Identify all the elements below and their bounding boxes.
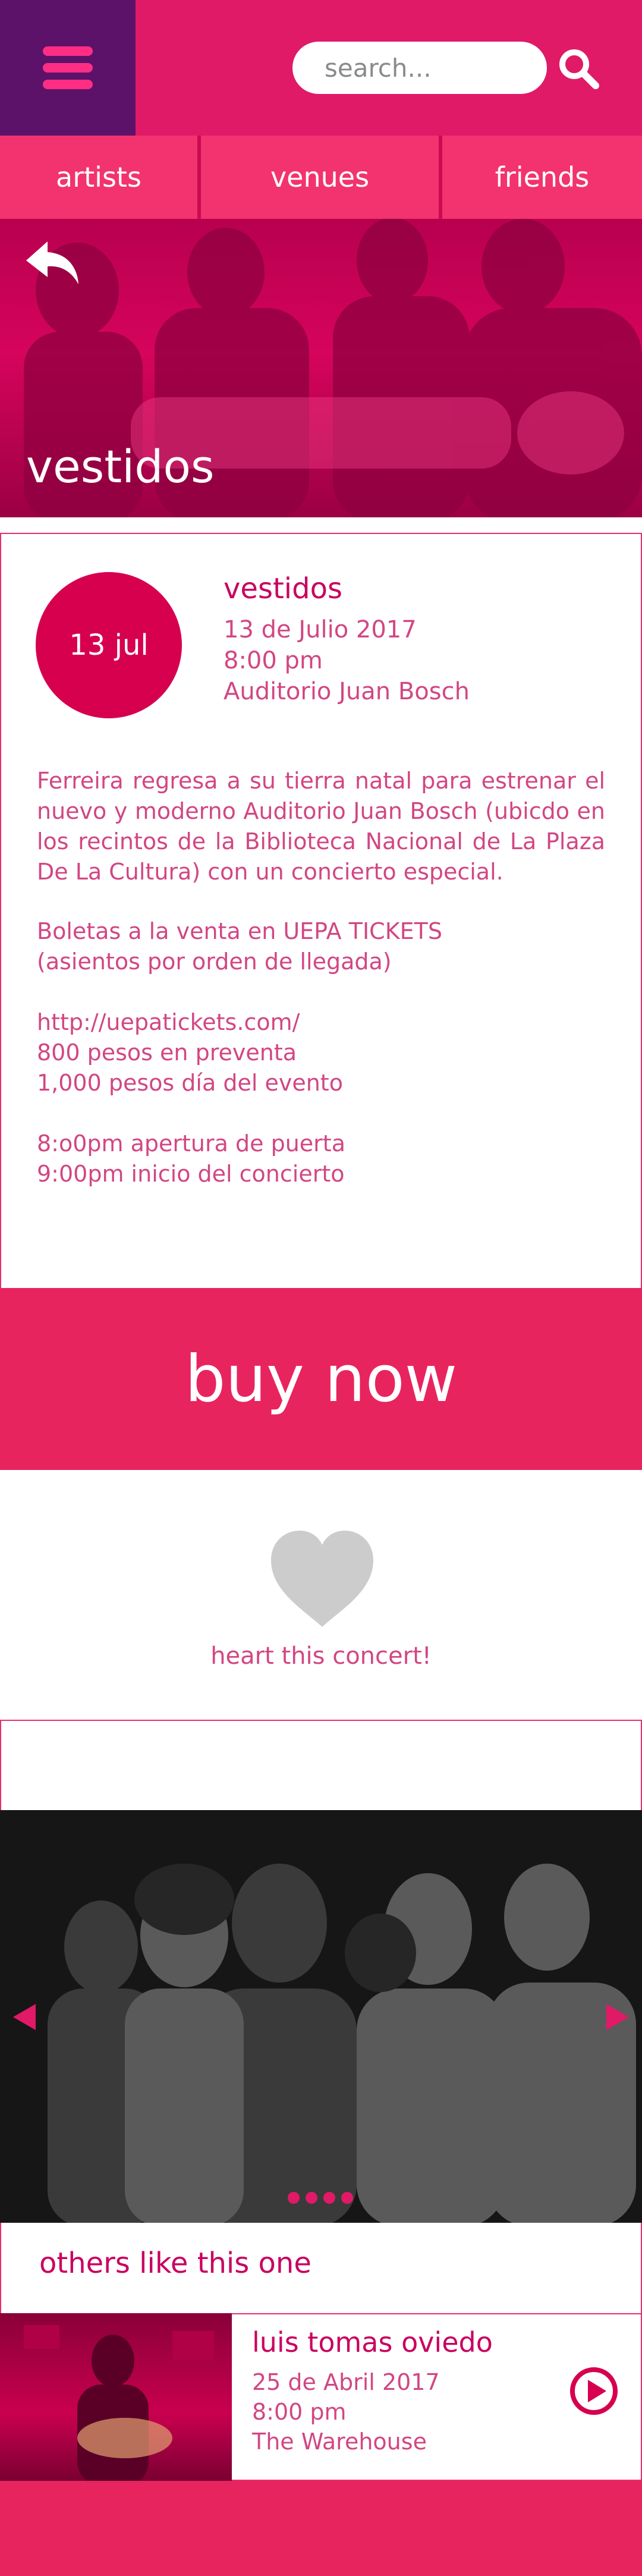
hero-banner: vestidos bbox=[0, 219, 642, 517]
carousel-dot[interactable] bbox=[323, 2192, 335, 2204]
ticket-url-link[interactable]: http://uepatickets.com/ bbox=[37, 1007, 300, 1038]
search-input[interactable] bbox=[323, 50, 537, 86]
date-badge: 13 jul bbox=[36, 572, 182, 718]
heart-label: heart this concert! bbox=[210, 1642, 432, 1670]
related-event-time: 8:00 pm bbox=[252, 2399, 347, 2425]
event-venue: Auditorio Juan Bosch bbox=[224, 678, 470, 705]
event-title: vestidos bbox=[224, 572, 342, 605]
search-button[interactable] bbox=[556, 46, 602, 92]
buy-now-button[interactable]: buy now bbox=[0, 1288, 642, 1470]
heart-icon[interactable] bbox=[269, 1529, 376, 1629]
nav-bar: artists venues friends bbox=[0, 136, 642, 219]
carousel-dot[interactable] bbox=[341, 2192, 353, 2204]
carousel-dot[interactable] bbox=[306, 2192, 317, 2204]
doors-time: 8:o0pm apertura de puerta bbox=[37, 1130, 345, 1157]
chevron-left-icon[interactable] bbox=[12, 2003, 37, 2031]
presale-price: 800 pesos en preventa bbox=[37, 1039, 297, 1066]
photo-carousel[interactable] bbox=[0, 1810, 642, 2223]
event-description: Ferreira regresa a su tierra natal para … bbox=[37, 768, 605, 885]
event-time: 8:00 pm bbox=[224, 647, 323, 674]
carousel-dots bbox=[288, 2192, 354, 2206]
event-date: 13 de Julio 2017 bbox=[224, 616, 417, 643]
search-box bbox=[292, 42, 547, 94]
guitarist-photo bbox=[24, 2325, 214, 2481]
hero-title: vestidos bbox=[26, 440, 215, 493]
band-photo bbox=[48, 1864, 636, 2223]
related-event-thumbnail bbox=[0, 2313, 232, 2481]
tickets-info: Boletas a la venta en UEPA TICKETS bbox=[37, 918, 442, 944]
start-time: 9:00pm inicio del concierto bbox=[37, 1161, 345, 1187]
footer-bar bbox=[0, 2481, 642, 2576]
tab-artists[interactable]: artists bbox=[0, 136, 197, 219]
play-icon[interactable] bbox=[569, 2367, 618, 2415]
day-price: 1,000 pesos día del evento bbox=[37, 1070, 343, 1096]
related-event-date: 25 de Abril 2017 bbox=[252, 2369, 440, 2395]
carousel-dot[interactable] bbox=[288, 2192, 300, 2204]
tab-venues[interactable]: venues bbox=[201, 136, 439, 219]
seating-info: (asientos por orden de llegada) bbox=[37, 948, 392, 975]
chevron-right-icon[interactable] bbox=[605, 2003, 630, 2031]
related-event-title: luis tomas oviedo bbox=[252, 2326, 493, 2358]
others-title: others like this one bbox=[39, 2247, 311, 2280]
related-event-venue: The Warehouse bbox=[252, 2429, 427, 2455]
tab-friends[interactable]: friends bbox=[442, 136, 642, 219]
empty-panel bbox=[0, 1720, 642, 1810]
search-icon bbox=[559, 49, 599, 89]
back-arrow-icon[interactable] bbox=[24, 238, 81, 288]
menu-button[interactable] bbox=[0, 0, 136, 136]
